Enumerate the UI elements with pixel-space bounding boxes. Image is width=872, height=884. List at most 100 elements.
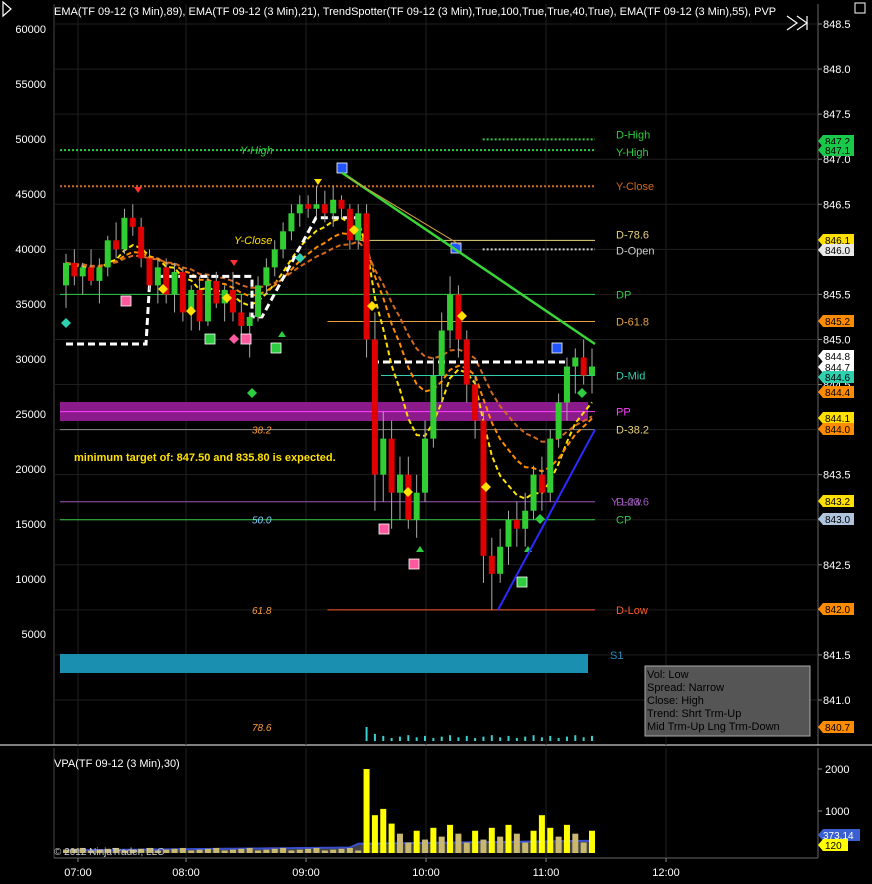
level-label-cp: CP bbox=[616, 515, 631, 527]
copyright: © 2012 NinjaTrader, LLC bbox=[54, 847, 164, 858]
price-tag-843.2: 843.2 bbox=[818, 495, 854, 508]
candle-body bbox=[63, 262, 69, 286]
vpa-volume-bar bbox=[580, 842, 587, 853]
time-tick-label: 07:00 bbox=[64, 867, 92, 879]
vpa-volume-bar bbox=[246, 847, 253, 853]
candle-body bbox=[572, 357, 579, 367]
time-tick-label: 10:00 bbox=[412, 867, 440, 879]
vpa-volume-bar bbox=[338, 848, 345, 853]
vpa-volume-bar bbox=[371, 815, 378, 853]
vpa-volume-bar bbox=[513, 833, 520, 853]
vpa-tag-bar-label: 120 bbox=[825, 841, 842, 852]
candle-body bbox=[271, 249, 278, 268]
pink-square-marker bbox=[120, 295, 132, 307]
y-high-left-label: Y-High bbox=[240, 145, 273, 157]
vpa-volume-bar bbox=[497, 836, 504, 853]
vpa-volume-bar bbox=[438, 836, 445, 853]
candle-body bbox=[238, 312, 245, 326]
candle-body bbox=[96, 267, 103, 281]
candle-body bbox=[288, 213, 295, 232]
volume-tick-label: 20000 bbox=[15, 464, 46, 476]
candle-body bbox=[138, 226, 145, 259]
vpa-volume-bar bbox=[547, 827, 554, 853]
volume-bar bbox=[532, 735, 535, 741]
vpa-volume-bar bbox=[488, 827, 495, 853]
candle-body bbox=[146, 258, 153, 286]
candle-body bbox=[371, 339, 378, 475]
price-tag-846.0: 846.0 bbox=[818, 244, 854, 257]
time-tick-label: 11:00 bbox=[533, 867, 560, 879]
vpa-volume-bar bbox=[271, 848, 278, 853]
volume-tick-label: 55000 bbox=[15, 79, 46, 91]
vpa-volume-bar bbox=[480, 839, 487, 853]
time-tick-label: 12:00 bbox=[652, 867, 680, 879]
price-tag-label: 844.4 bbox=[825, 388, 850, 399]
volume-tick-label: 25000 bbox=[15, 409, 46, 421]
price-tag-845.2: 845.2 bbox=[818, 315, 854, 328]
candle-body bbox=[497, 546, 504, 574]
info-close: Close: High bbox=[647, 695, 704, 707]
volume-tick-label: 35000 bbox=[15, 299, 46, 311]
candle-body bbox=[463, 339, 470, 385]
price-tag-label: 844.6 bbox=[825, 373, 850, 384]
candle-body bbox=[547, 438, 554, 493]
volume-bar bbox=[440, 736, 443, 741]
candle bbox=[363, 204, 370, 358]
vpa-volume-bar bbox=[213, 847, 220, 853]
candle-body bbox=[196, 289, 203, 322]
vpa-volume-bar bbox=[572, 833, 579, 853]
ninjatrader-chart[interactable]: D-High Y-High Y-Close D-78.6 D-Open DP D-61.8 D… bbox=[0, 0, 872, 884]
vpa-tick-label: 1000 bbox=[825, 806, 849, 818]
vpa-volume-bar bbox=[530, 830, 537, 853]
candle-body bbox=[580, 357, 587, 376]
indicator-header: EMA(TF 09-12 (3 Min),89), EMA(TF 09-12 (… bbox=[54, 6, 776, 18]
vpa-volume-bar bbox=[330, 849, 337, 853]
candle-body bbox=[321, 204, 328, 214]
candle-body bbox=[171, 271, 178, 295]
green-square-marker bbox=[270, 342, 282, 354]
info-spread: Spread: Narrow bbox=[647, 682, 724, 694]
candle-body bbox=[296, 204, 303, 214]
level-label-d-open: D-Open bbox=[616, 245, 655, 257]
candle-body bbox=[538, 474, 545, 493]
info-mid-long: Mid Trm-Up Lng Trm-Down bbox=[647, 721, 780, 733]
level-label-d-high: D-High bbox=[616, 129, 650, 141]
candle-body bbox=[229, 289, 236, 313]
price-tag-844.0: 844.0 bbox=[818, 423, 854, 436]
candle bbox=[204, 276, 211, 326]
volume-tick-label: 60000 bbox=[15, 24, 46, 36]
price-tag-label: 847.1 bbox=[825, 146, 850, 157]
candle-body bbox=[79, 267, 86, 277]
vpa-volume-bar bbox=[346, 847, 353, 853]
level-label-y-close: Y-Close bbox=[616, 181, 654, 193]
vpa-volume-bar bbox=[463, 842, 470, 853]
fib-label: 61.8 bbox=[252, 606, 272, 617]
vpa-tag-bar: 120 bbox=[818, 839, 848, 852]
price-tag-label: 840.7 bbox=[825, 723, 850, 734]
volume-bar bbox=[474, 738, 477, 741]
volume-bar bbox=[582, 737, 585, 741]
candle-body bbox=[589, 366, 595, 376]
fib-label: 50.0 bbox=[252, 516, 272, 527]
vpa-volume-bar bbox=[563, 824, 570, 853]
candle-body bbox=[313, 204, 320, 209]
volume-bar bbox=[565, 736, 568, 741]
vpa-volume-bar bbox=[363, 769, 370, 853]
pink-square-marker bbox=[408, 558, 420, 570]
vpa-volume-bar bbox=[413, 830, 420, 853]
level-label-d-mid: D-Mid bbox=[616, 371, 645, 383]
price-tick-label: 845.0 bbox=[823, 334, 851, 346]
volume-bar bbox=[482, 736, 485, 741]
vpa-volume-bar bbox=[313, 847, 320, 853]
volume-tick-label: 30000 bbox=[15, 354, 46, 366]
price-tag-843.0: 843.0 bbox=[818, 513, 854, 526]
level-label-dp: DP bbox=[616, 289, 631, 301]
vpa-volume-bar bbox=[422, 839, 429, 853]
volume-bar bbox=[382, 735, 385, 741]
candle-body bbox=[346, 208, 353, 241]
candle-body bbox=[179, 271, 186, 313]
candle-body bbox=[305, 204, 312, 209]
price-tick-label: 842.5 bbox=[823, 560, 851, 572]
price-tag-label: 846.0 bbox=[825, 246, 850, 257]
vpa-volume-bar bbox=[229, 849, 236, 853]
